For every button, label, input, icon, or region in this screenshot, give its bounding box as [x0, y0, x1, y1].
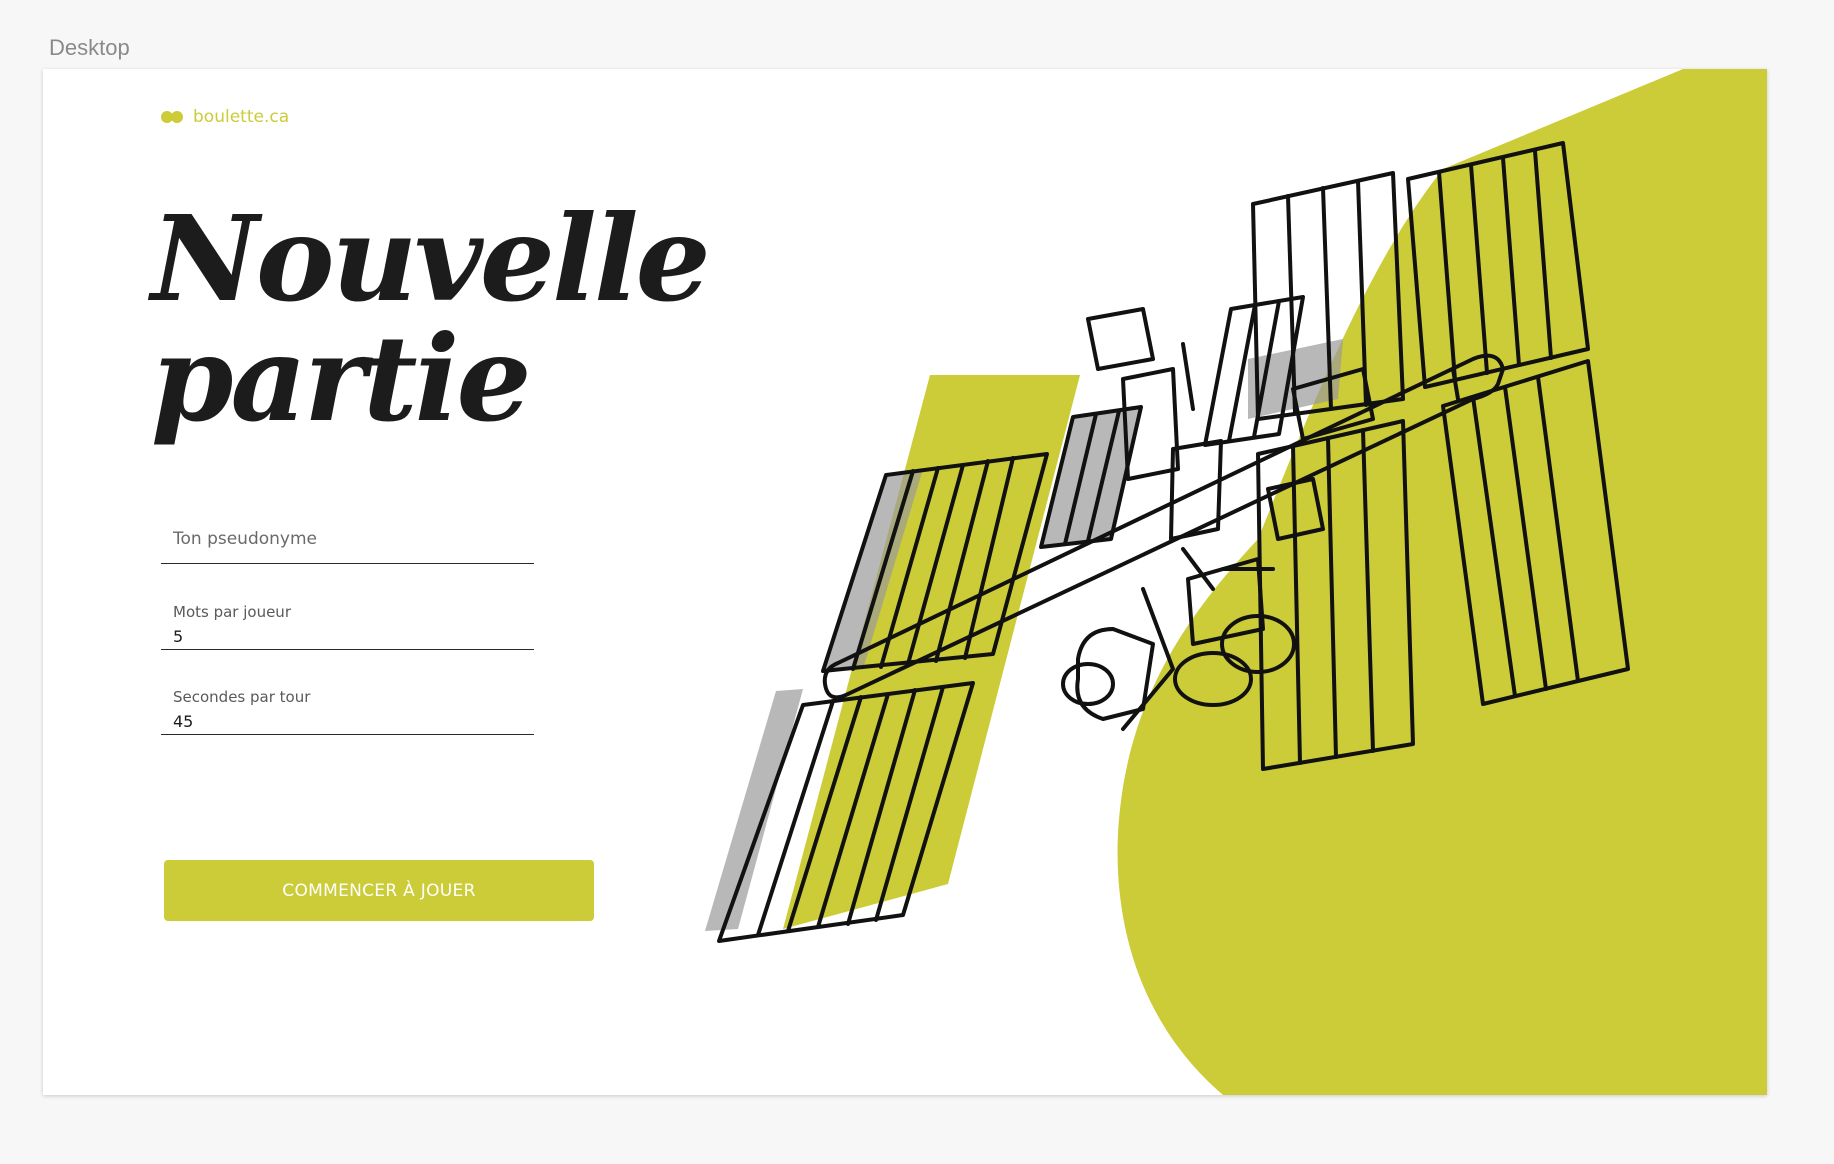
- page-title-line-2: partie: [151, 309, 532, 448]
- nickname-field: [161, 521, 534, 564]
- words-per-player-field: Mots par joueur: [161, 599, 534, 650]
- brand-name: boulette.ca: [193, 107, 290, 127]
- words-per-player-input[interactable]: [173, 627, 513, 646]
- brand-logo[interactable]: boulette.ca: [161, 107, 289, 127]
- frame-label: Desktop: [49, 35, 130, 60]
- seconds-per-turn-field: Secondes par tour: [161, 684, 534, 735]
- two-dots-logo-icon: [161, 110, 185, 124]
- artboard: boulette.ca Nouvelle partie Mots par jou…: [43, 69, 1767, 1095]
- seconds-per-turn-input[interactable]: [173, 712, 513, 731]
- words-per-player-label: Mots par joueur: [173, 603, 291, 621]
- seconds-per-turn-label: Secondes par tour: [173, 688, 311, 706]
- page-title-line-1: Nouvelle: [151, 189, 711, 328]
- page-title: Nouvelle partie: [151, 199, 911, 439]
- nickname-input[interactable]: [173, 529, 513, 548]
- start-game-button[interactable]: COMMENCER À JOUER: [164, 860, 594, 921]
